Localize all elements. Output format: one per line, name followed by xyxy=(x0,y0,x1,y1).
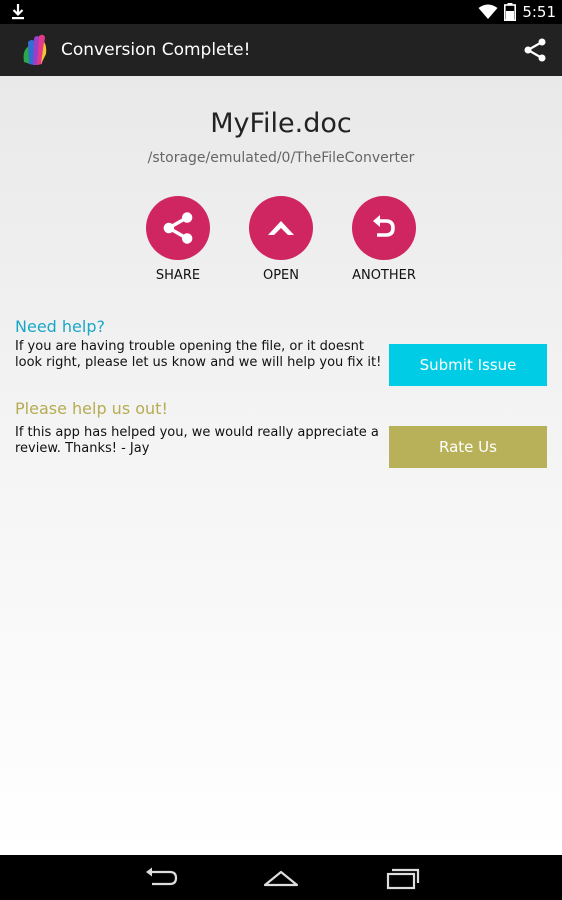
undo-icon xyxy=(373,215,395,237)
file-path: /storage/emulated/0/TheFileConverter xyxy=(147,150,415,166)
another-action-label: ANOTHER xyxy=(352,268,416,283)
share-action-circle[interactable] xyxy=(146,196,210,260)
wifi-icon xyxy=(478,4,498,19)
home-icon[interactable] xyxy=(263,865,299,891)
app-logo-icon[interactable] xyxy=(20,32,48,68)
open-action-circle[interactable] xyxy=(249,196,313,260)
another-action-button[interactable]: ANOTHER xyxy=(339,196,429,283)
need-help-text: If you are having trouble opening the fi… xyxy=(15,339,382,370)
page-title: Conversion Complete! xyxy=(61,40,251,60)
help-us-text: If this app has helped you, we would rea… xyxy=(15,425,379,456)
share-action-label: SHARE xyxy=(155,268,201,283)
download-icon xyxy=(12,4,24,20)
open-action-button[interactable]: OPEN xyxy=(236,196,326,283)
open-action-label: OPEN xyxy=(262,268,299,283)
help-us-title: Please help us out! xyxy=(15,399,168,418)
file-name: MyFile.doc xyxy=(210,108,352,139)
chevron-up-icon xyxy=(268,221,294,235)
share-icon xyxy=(163,212,193,244)
status-bar: 5:51 xyxy=(0,0,562,24)
battery-icon xyxy=(504,3,517,21)
share-action-button[interactable]: SHARE xyxy=(133,196,223,283)
need-help-title: Need help? xyxy=(15,317,105,336)
navigation-bar xyxy=(0,855,562,900)
submit-issue-button[interactable]: Submit Issue xyxy=(389,344,547,386)
back-icon[interactable] xyxy=(143,865,179,891)
rate-us-button[interactable]: Rate Us xyxy=(389,426,547,468)
status-time: 5:51 xyxy=(522,3,556,21)
another-action-circle[interactable] xyxy=(352,196,416,260)
recent-apps-icon[interactable] xyxy=(384,865,420,891)
share-icon[interactable] xyxy=(522,37,548,63)
main-content: MyFile.doc /storage/emulated/0/TheFileCo… xyxy=(0,76,562,855)
action-bar: Conversion Complete! xyxy=(0,24,562,76)
